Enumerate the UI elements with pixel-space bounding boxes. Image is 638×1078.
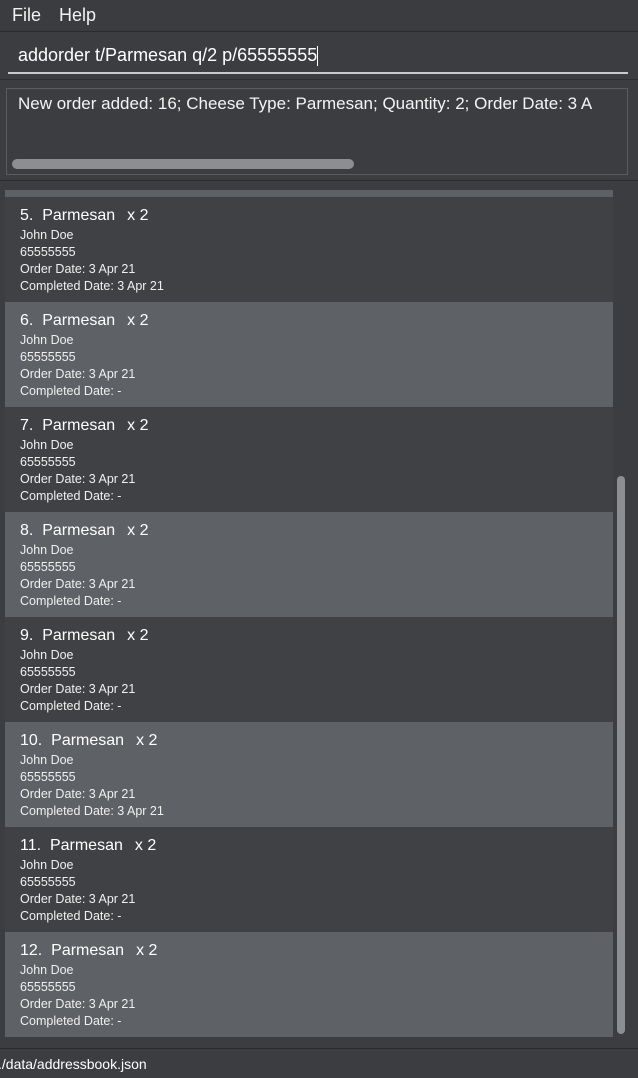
order-card[interactable]: 6. Parmesan x 2 John Doe 65555555 Order Date…: [5, 302, 613, 407]
order-index: 5.: [20, 207, 34, 224]
command-box: addorder t/Parmesan q/2 p/65555555: [0, 33, 638, 80]
order-date: Order Date: 3 Apr 21: [20, 682, 136, 696]
order-index: 11.: [20, 837, 42, 854]
completed-date: Completed Date: -: [20, 384, 122, 398]
order-list: 5. Parmesan x 2 John Doe 65555555 Order Date…: [5, 190, 613, 1038]
order-date: Order Date: 3 Apr 21: [20, 577, 136, 591]
vertical-scrollbar[interactable]: [617, 476, 625, 1034]
order-quantity: x 2: [127, 312, 149, 329]
customer-phone: 65555555: [20, 875, 76, 889]
order-date: Order Date: 3 Apr 21: [20, 787, 136, 801]
order-title: 12. Parmesan x 2: [20, 942, 613, 962]
cheese-type: Parmesan: [42, 207, 116, 224]
customer-phone: 65555555: [20, 350, 76, 364]
customer-name: John Doe: [20, 333, 74, 347]
customer-name: John Doe: [20, 438, 74, 452]
order-title: 10. Parmesan x 2: [20, 732, 613, 752]
order-title: 11. Parmesan x 2: [20, 837, 613, 857]
order-index: 12.: [20, 942, 43, 959]
menu-file[interactable]: File: [12, 5, 41, 26]
vertical-scrollbar-track[interactable]: [614, 190, 628, 1038]
order-title: 7. Parmesan x 2: [20, 417, 613, 437]
order-index: 10.: [20, 732, 43, 749]
menu-help[interactable]: Help: [59, 5, 96, 26]
text-caret: [317, 45, 319, 66]
order-card[interactable]: 11. Parmesan x 2 John Doe 65555555 Order Dat…: [5, 827, 613, 932]
completed-date: Completed Date: 3 Apr 21: [20, 279, 164, 293]
cheese-type: Parmesan: [42, 522, 116, 539]
cheese-type: Parmesan: [51, 732, 125, 749]
cheese-type: Parmesan: [42, 627, 116, 644]
order-index: 8.: [20, 522, 34, 539]
customer-phone: 65555555: [20, 245, 76, 259]
order-title: 5. Parmesan x 2: [20, 207, 613, 227]
order-date: Order Date: 3 Apr 21: [20, 472, 136, 486]
cheese-type: Parmesan: [51, 942, 125, 959]
order-date: Order Date: 3 Apr 21: [20, 262, 136, 276]
completed-date: Completed Date: -: [20, 489, 122, 503]
menu-bar: File Help: [0, 0, 638, 32]
order-index: 9.: [20, 627, 34, 644]
cheese-type: Parmesan: [49, 837, 123, 854]
customer-name: John Doe: [20, 753, 74, 767]
order-card[interactable]: 12. Parmesan x 2 John Doe 65555555 Order Dat…: [5, 932, 613, 1037]
customer-name: John Doe: [20, 648, 74, 662]
customer-name: John Doe: [20, 228, 74, 242]
cheese-type: Parmesan: [42, 417, 116, 434]
order-card[interactable]: 5. Parmesan x 2 John Doe 65555555 Order Date…: [5, 197, 613, 302]
divider: [0, 180, 638, 181]
command-input-text: addorder t/Parmesan q/2 p/65555555: [18, 45, 318, 65]
result-message: New order added: 16; Cheese Type: Parmes…: [18, 94, 593, 113]
customer-phone: 65555555: [20, 665, 76, 679]
order-date: Order Date: 3 Apr 21: [20, 367, 136, 381]
order-index: 6.: [20, 312, 34, 329]
customer-phone: 65555555: [20, 455, 76, 469]
order-quantity: x 2: [134, 837, 157, 854]
order-index: 7.: [20, 417, 34, 434]
order-date: Order Date: 3 Apr 21: [20, 997, 136, 1011]
completed-date: Completed Date: -: [20, 699, 122, 713]
order-quantity: x 2: [127, 522, 149, 539]
order-quantity: x 2: [127, 207, 149, 224]
order-date: Order Date: 3 Apr 21: [20, 892, 136, 906]
customer-phone: 65555555: [20, 560, 76, 574]
order-card[interactable]: 8. Parmesan x 2 John Doe 65555555 Order Date…: [5, 512, 613, 617]
command-input[interactable]: addorder t/Parmesan q/2 p/65555555: [8, 39, 628, 74]
order-quantity: x 2: [136, 942, 158, 959]
save-location: ./data/addressbook.json: [0, 1055, 147, 1072]
completed-date: Completed Date: 3 Apr 21: [20, 804, 164, 818]
order-title: 8. Parmesan x 2: [20, 522, 613, 542]
order-quantity: x 2: [127, 627, 149, 644]
order-title: 9. Parmesan x 2: [20, 627, 613, 647]
list-item-partial: [5, 190, 613, 197]
order-title: 6. Parmesan x 2: [20, 312, 613, 332]
customer-phone: 65555555: [20, 770, 76, 784]
cheese-type: Parmesan: [42, 312, 116, 329]
completed-date: Completed Date: -: [20, 1014, 122, 1028]
customer-name: John Doe: [20, 858, 74, 872]
order-card[interactable]: 7. Parmesan x 2 John Doe 65555555 Order Date…: [5, 407, 613, 512]
horizontal-scrollbar[interactable]: [12, 159, 354, 169]
customer-name: John Doe: [20, 543, 74, 557]
completed-date: Completed Date: -: [20, 909, 122, 923]
order-card[interactable]: 9. Parmesan x 2 John Doe 65555555 Order Date…: [5, 617, 613, 722]
customer-name: John Doe: [20, 963, 74, 977]
completed-date: Completed Date: -: [20, 594, 122, 608]
order-quantity: x 2: [136, 732, 158, 749]
status-bar: ./data/addressbook.json: [0, 1048, 638, 1078]
order-quantity: x 2: [127, 417, 149, 434]
order-card[interactable]: 10. Parmesan x 2 John Doe 65555555 Order Dat…: [5, 722, 613, 827]
customer-phone: 65555555: [20, 980, 76, 994]
result-display: New order added: 16; Cheese Type: Parmes…: [6, 88, 628, 175]
